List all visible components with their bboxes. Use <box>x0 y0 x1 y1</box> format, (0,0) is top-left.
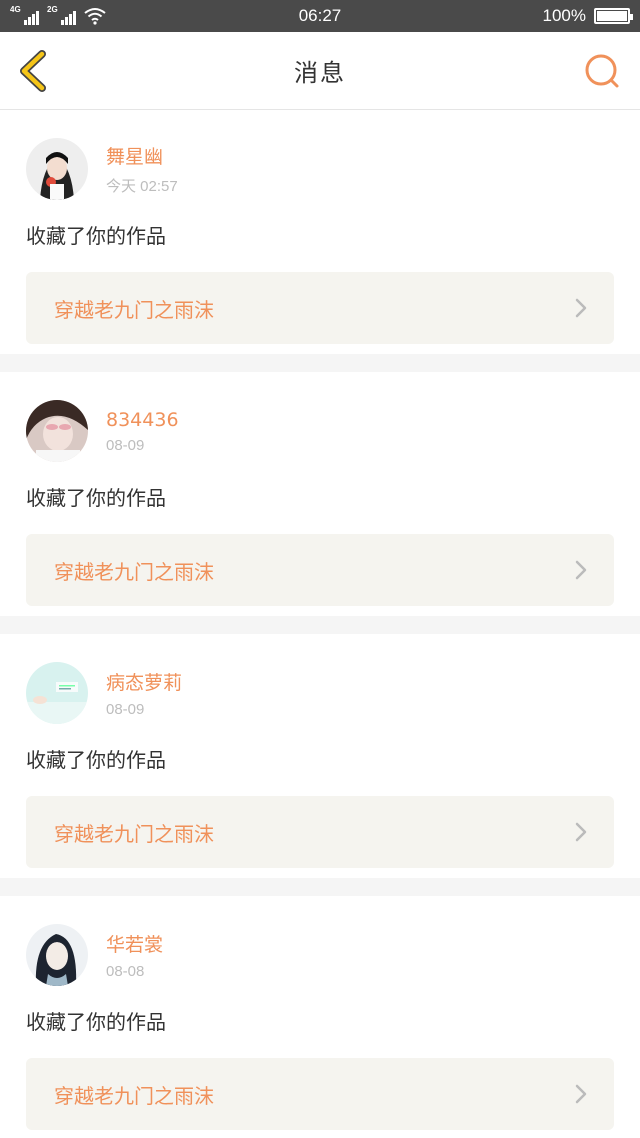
signal-icon: 2G <box>47 5 76 25</box>
username[interactable]: 834436 <box>106 409 179 431</box>
back-button[interactable] <box>18 49 52 93</box>
work-title: 穿越老九门之雨沫 <box>54 297 214 322</box>
page-title: 消息 <box>294 59 346 87</box>
network-type-1: 4G <box>10 5 21 14</box>
timestamp: 今天 02:57 <box>106 178 178 195</box>
status-bar: 4G 2G 06:27 100% <box>0 0 640 32</box>
wifi-icon <box>84 8 106 25</box>
username[interactable]: 舞星幽 <box>106 142 178 169</box>
username[interactable]: 华若裳 <box>106 930 163 957</box>
user-meta: 病态萝莉 08-09 <box>106 668 182 718</box>
work-link[interactable]: 穿越老九门之雨沫 <box>26 796 614 868</box>
app-header: 消息 <box>0 32 640 110</box>
avatar[interactable] <box>26 924 88 986</box>
work-link[interactable]: 穿越老九门之雨沫 <box>26 534 614 606</box>
search-icon <box>585 54 619 87</box>
signal-icon: 4G <box>10 5 39 25</box>
timestamp: 08-09 <box>106 701 145 718</box>
message-card: 病态萝莉 08-09 收藏了你的作品 穿越老九门之雨沫 <box>0 634 640 878</box>
user-meta: 834436 08-09 <box>106 409 179 454</box>
avatar-image <box>26 138 88 200</box>
search-button[interactable] <box>582 51 622 91</box>
avatar[interactable] <box>26 138 88 200</box>
chevron-right-icon <box>575 560 587 580</box>
status-left: 4G 2G <box>10 5 106 25</box>
chevron-right-icon <box>575 1084 587 1104</box>
avatar-image <box>26 400 88 462</box>
work-title: 穿越老九门之雨沫 <box>54 559 214 584</box>
status-right: 100% <box>542 6 633 26</box>
message-header: 病态萝莉 08-09 <box>26 662 614 724</box>
network-type-2: 2G <box>47 5 58 14</box>
user-meta: 舞星幽 今天 02:57 <box>106 142 178 196</box>
work-link[interactable]: 穿越老九门之雨沫 <box>26 272 614 344</box>
action-text: 收藏了你的作品 <box>26 748 166 772</box>
action-text: 收藏了你的作品 <box>26 486 166 510</box>
message-list: 舞星幽 今天 02:57 收藏了你的作品 穿越老九门之雨沫 834436 08-… <box>0 110 640 1138</box>
action-text: 收藏了你的作品 <box>26 224 166 248</box>
work-title: 穿越老九门之雨沫 <box>54 821 214 846</box>
chevron-right-icon <box>575 298 587 318</box>
avatar[interactable] <box>26 400 88 462</box>
avatar-image <box>26 662 88 724</box>
chevron-right-icon <box>575 822 587 842</box>
battery-percent: 100% <box>542 6 586 25</box>
message-card: 华若裳 08-08 收藏了你的作品 穿越老九门之雨沫 <box>0 896 640 1138</box>
message-header: 舞星幽 今天 02:57 <box>26 138 614 200</box>
user-meta: 华若裳 08-08 <box>106 930 163 980</box>
message-header: 华若裳 08-08 <box>26 924 614 986</box>
message-card: 舞星幽 今天 02:57 收藏了你的作品 穿越老九门之雨沫 <box>0 110 640 354</box>
avatar-image <box>26 924 88 986</box>
battery-icon <box>594 8 633 24</box>
work-link[interactable]: 穿越老九门之雨沫 <box>26 1058 614 1130</box>
back-arrow-icon <box>20 49 46 92</box>
message-card: 834436 08-09 收藏了你的作品 穿越老九门之雨沫 <box>0 372 640 616</box>
action-text: 收藏了你的作品 <box>26 1010 166 1034</box>
timestamp: 08-09 <box>106 436 145 454</box>
message-header: 834436 08-09 <box>26 400 614 462</box>
work-title: 穿越老九门之雨沫 <box>54 1083 214 1108</box>
avatar[interactable] <box>26 662 88 724</box>
timestamp: 08-08 <box>106 963 145 980</box>
username[interactable]: 病态萝莉 <box>106 668 182 695</box>
